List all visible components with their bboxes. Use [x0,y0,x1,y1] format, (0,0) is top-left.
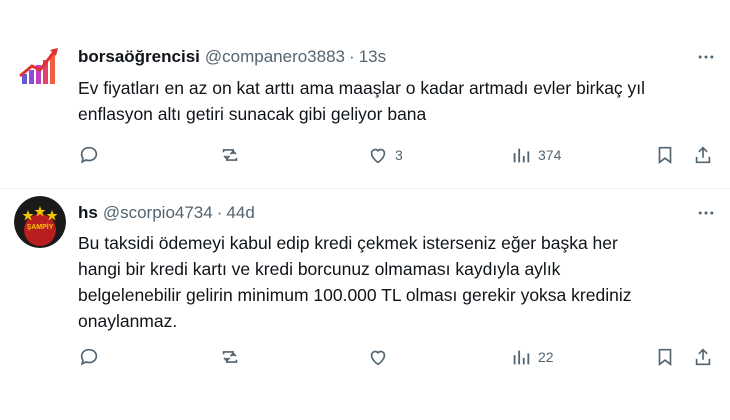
more-options-button[interactable] [694,45,718,69]
share-button[interactable] [692,140,714,170]
view-count: 22 [538,349,554,365]
tweet-text: Ev fiyatları en az on kat arttı ama maaş… [78,75,718,127]
more-icon [698,211,714,215]
more-options-button[interactable] [694,201,718,225]
separator: · [349,47,355,66]
user-handle[interactable]: @scorpio4734 [103,202,213,224]
team-logo-icon: ŞAMPİY [14,196,66,248]
timestamp[interactable]: 44d [226,202,254,224]
tweet-text-line: Ev fiyatları en az on kat arttı ama maaş… [78,78,646,98]
heart-icon [370,148,386,164]
like-button[interactable] [367,342,395,372]
view-count: 374 [538,147,562,163]
share-icon [695,146,711,164]
more-icon [698,55,714,59]
tweet-text-line: belgelenebilir gelirin minimum 100.000 T… [78,285,632,305]
avatar-text: ŞAMPİY [27,223,54,231]
rising-chart-icon [14,40,66,92]
reply-icon [80,348,98,366]
display-name[interactable]: borsaöğrencisi [78,46,200,68]
timestamp[interactable]: 13s [359,46,386,68]
retweet-button[interactable] [219,342,247,372]
share-icon [695,348,711,366]
views-button[interactable]: 374 [510,140,561,170]
like-count: 3 [395,147,403,163]
tweet-header: borsaöğrencisi @companero3883 · 13s [78,46,386,68]
reply-button[interactable] [78,140,106,170]
tweet[interactable]: borsaöğrencisi @companero3883 · 13s Ev f… [0,0,730,189]
bookmark-button[interactable] [654,140,676,170]
avatar[interactable] [14,40,66,92]
display-name[interactable]: hs [78,202,98,224]
tweet-header: hs @scorpio4734 · 44d [78,202,255,224]
analytics-icon [513,148,530,163]
bookmark-button[interactable] [654,342,676,372]
separator: · [216,203,223,222]
bookmark-icon [658,348,672,366]
views-button[interactable]: 22 [510,342,554,372]
action-bar: 3 374 [78,140,718,170]
retweet-icon [222,351,238,363]
tweet-text-line: Bu taksidi ödemeyi kabul edip kredi çekm… [78,233,618,253]
retweet-icon [222,149,238,161]
tweet-text: Bu taksidi ödemeyi kabul edip kredi çekm… [78,230,718,334]
tweet-text-line: enflasyon altı getiri sunacak gibi geliy… [78,104,427,124]
reply-icon [80,146,98,164]
like-button[interactable]: 3 [367,140,403,170]
reply-button[interactable] [78,342,106,372]
avatar[interactable]: ŞAMPİY [14,196,66,248]
user-handle[interactable]: @companero3883 [205,46,345,68]
share-button[interactable] [692,342,714,372]
tweet-text-line: onaylanmaz. [78,311,178,331]
retweet-button[interactable] [219,140,247,170]
heart-icon [370,350,386,366]
bookmark-icon [658,146,672,164]
analytics-icon [513,350,530,365]
tweet-text-line: hangi bir kredi kartı ve kredi borcunuz … [78,259,561,279]
tweet[interactable]: ŞAMPİY hs @scorpio4734 · 44d Bu taksidi … [0,190,730,420]
action-bar: 22 [78,342,718,372]
